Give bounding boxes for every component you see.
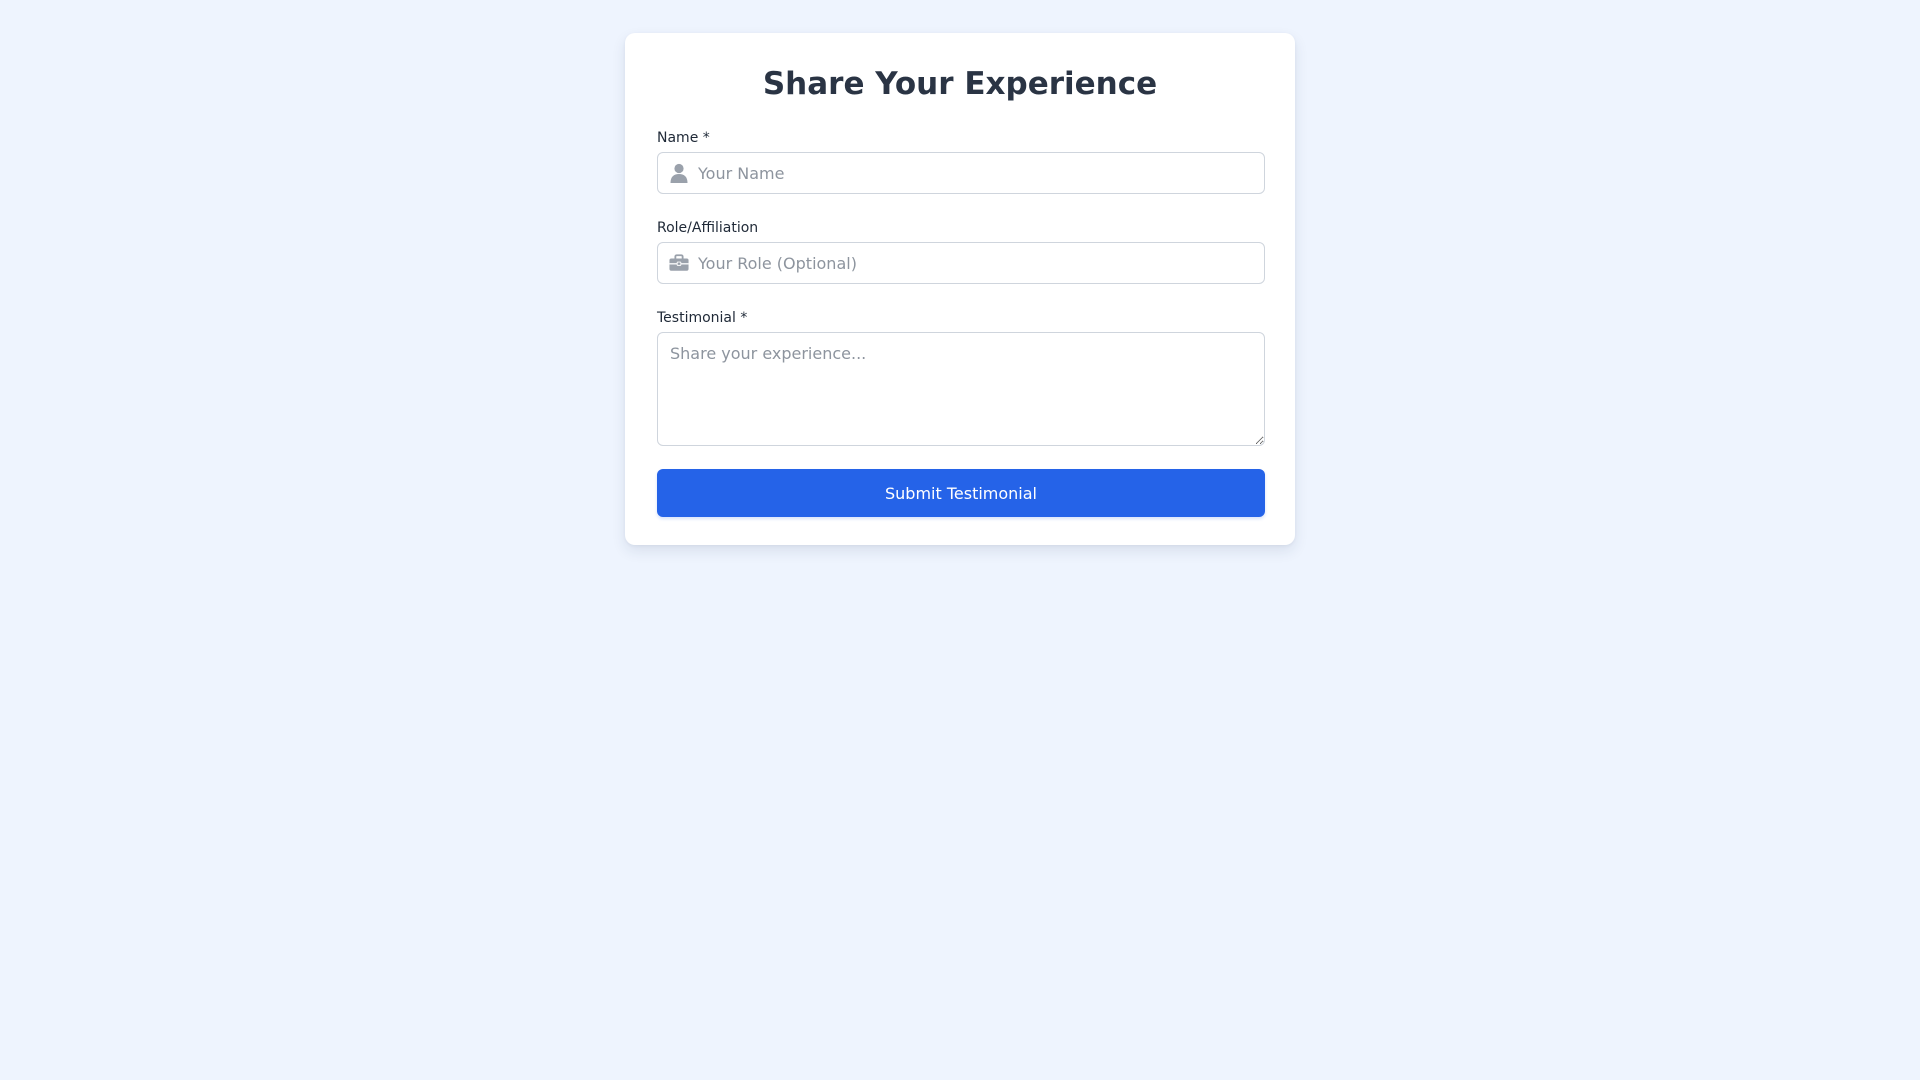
- submit-testimonial-button[interactable]: Submit Testimonial: [657, 469, 1265, 517]
- testimonial-field-group: Testimonial *: [657, 309, 1265, 446]
- name-label: Name *: [657, 130, 710, 146]
- role-label: Role/Affiliation: [657, 220, 759, 236]
- name-field-group: Name *: [657, 129, 1265, 194]
- role-field-group: Role/Affiliation: [657, 219, 1265, 284]
- testimonial-textarea[interactable]: [657, 332, 1265, 446]
- role-input-wrapper: [657, 242, 1265, 284]
- testimonial-label: Testimonial *: [657, 310, 748, 326]
- role-input[interactable]: [658, 243, 1264, 283]
- form-title: Share Your Experience: [762, 66, 1158, 102]
- testimonial-form-card: Share Your Experience Name * Role/Affili…: [625, 33, 1295, 545]
- name-input-wrapper: [657, 152, 1265, 194]
- name-input[interactable]: [658, 153, 1264, 193]
